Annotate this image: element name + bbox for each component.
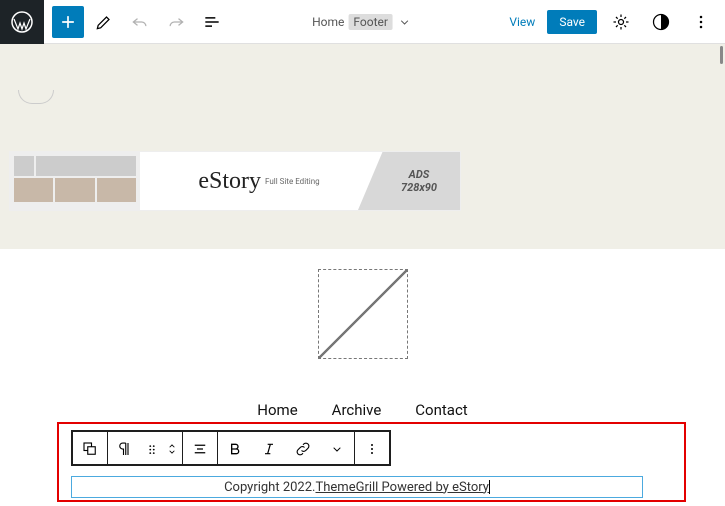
redo-button[interactable]	[160, 6, 192, 38]
move-up-down-button[interactable]	[162, 432, 182, 466]
italic-button[interactable]	[252, 432, 286, 466]
ad-label: ADS	[409, 168, 430, 181]
align-button[interactable]	[183, 432, 217, 466]
add-block-button[interactable]	[52, 6, 84, 38]
block-more-options-button[interactable]	[355, 432, 389, 466]
document-overview-button[interactable]	[196, 6, 228, 38]
ad-banner[interactable]: eStory Full Site Editing ADS 728x90	[10, 152, 460, 210]
footer-nav-link[interactable]: Home	[257, 401, 297, 420]
block-toolbar	[71, 430, 391, 466]
settings-button[interactable]	[605, 6, 637, 38]
footer-nav-link[interactable]: Contact	[415, 401, 467, 420]
paragraph-link-text[interactable]: ThemeGrill Powered by eStory	[315, 480, 488, 495]
breadcrumb-current[interactable]: Footer	[348, 14, 393, 30]
editor-canvas-lower: Home Archive Contact	[0, 249, 725, 506]
styles-button[interactable]	[645, 6, 677, 38]
ad-brand: eStory Full Site Editing	[140, 152, 378, 210]
view-link[interactable]: View	[501, 11, 543, 33]
image-placeholder[interactable]	[318, 269, 408, 359]
edit-tool-button[interactable]	[88, 6, 120, 38]
editor-canvas-upper: eStory Full Site Editing ADS 728x90	[0, 44, 725, 249]
breadcrumb[interactable]: Home Footer	[312, 14, 413, 30]
wordpress-logo[interactable]	[0, 0, 44, 44]
paragraph-text-prefix: Copyright 2022.	[224, 480, 315, 495]
paragraph-icon[interactable]	[108, 432, 142, 466]
save-button[interactable]: Save	[547, 10, 597, 34]
more-options-button[interactable]	[685, 6, 717, 38]
ad-size: 728x90	[401, 181, 437, 194]
breadcrumb-root: Home	[312, 15, 344, 29]
partial-element-fragment	[18, 90, 54, 104]
drag-handle-icon[interactable]	[142, 432, 162, 466]
text-caret	[489, 480, 490, 494]
ad-thumbnail-grid	[10, 152, 140, 210]
ad-brand-tagline: Full Site Editing	[265, 177, 320, 186]
more-rich-text-button[interactable]	[320, 432, 354, 466]
block-type-button[interactable]	[73, 432, 107, 466]
editor-top-bar: Home Footer View Save	[0, 0, 725, 44]
link-button[interactable]	[286, 432, 320, 466]
bold-button[interactable]	[218, 432, 252, 466]
footer-navigation: Home Archive Contact	[0, 401, 725, 420]
footer-nav-link[interactable]: Archive	[332, 401, 382, 420]
scrollbar[interactable]	[711, 44, 725, 249]
paragraph-block[interactable]: Copyright 2022. ThemeGrill Powered by eS…	[71, 476, 643, 498]
ad-brand-logo: eStory	[198, 168, 261, 195]
undo-button[interactable]	[124, 6, 156, 38]
chevron-down-icon	[397, 14, 413, 30]
